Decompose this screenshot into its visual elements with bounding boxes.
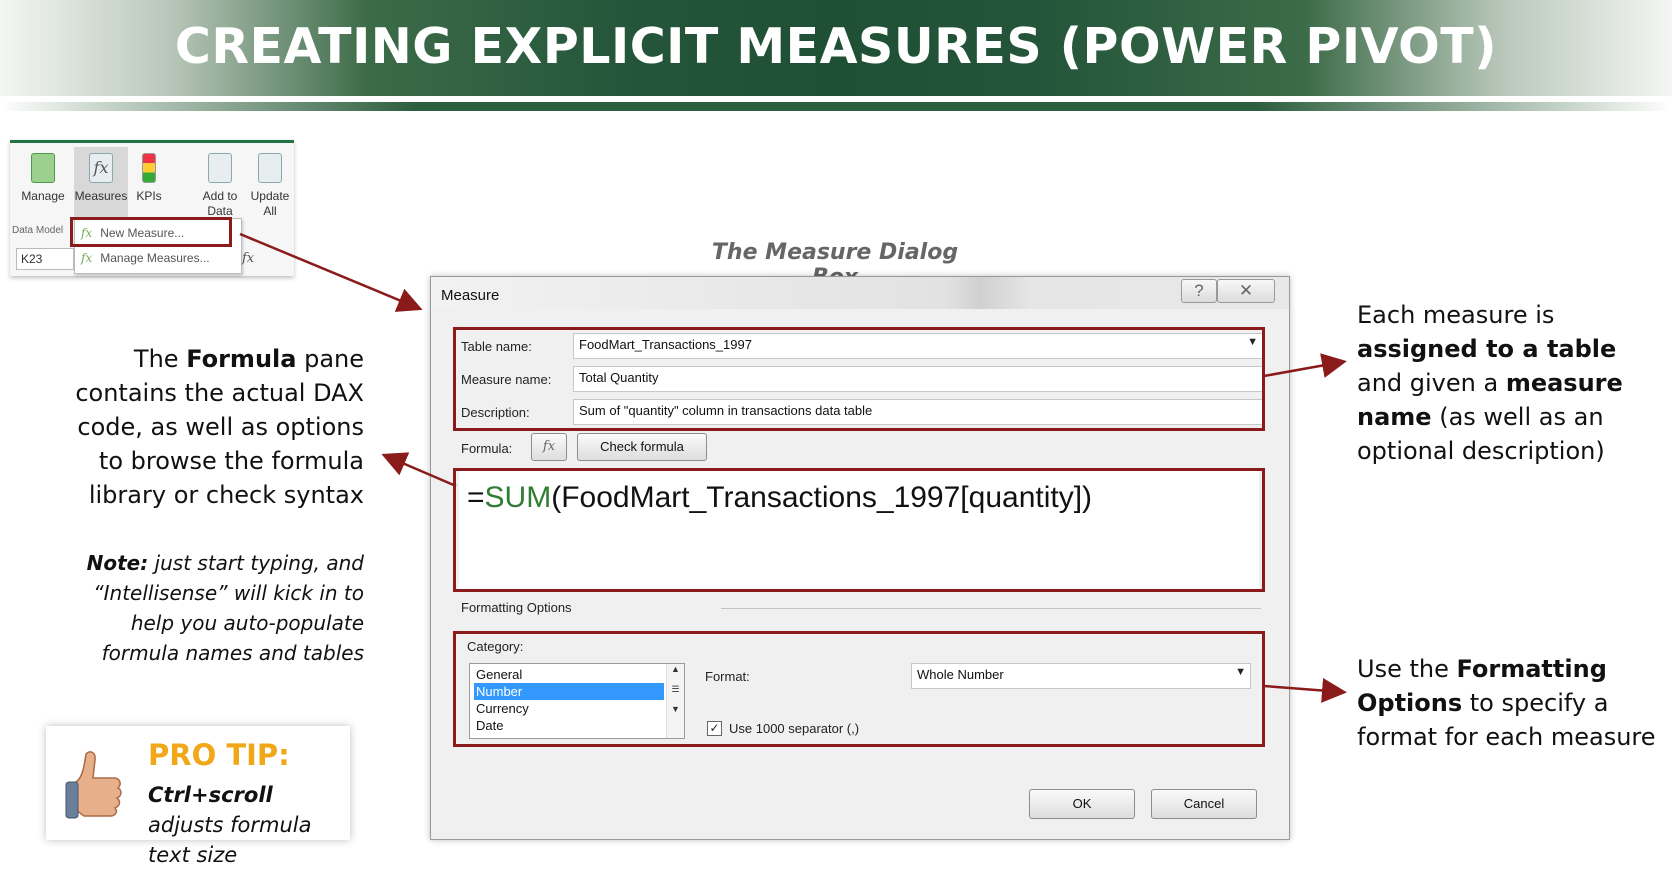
- intellisense-note: Note: just start typing, and “Intellisen…: [60, 548, 364, 668]
- update-all-icon: [258, 153, 282, 183]
- formula-label: Formula:: [461, 441, 513, 456]
- thumbs-up-icon: [65, 751, 122, 819]
- annotation-text: and given a: [1357, 369, 1506, 397]
- manage-button[interactable]: Manage: [16, 147, 70, 223]
- all-label: All: [263, 204, 277, 218]
- annotation-text: Use the: [1357, 655, 1457, 683]
- close-icon[interactable]: ✕: [1217, 279, 1275, 303]
- pro-tip-card: PRO TIP: Ctrl+scroll adjusts formula tex…: [46, 726, 350, 867]
- dialog-titlebar: Measure ? ✕: [431, 277, 1289, 309]
- update-label: Update: [250, 189, 290, 203]
- name-fields-highlight: [453, 327, 1265, 431]
- ok-button[interactable]: OK: [1029, 789, 1135, 819]
- formula-bar-fx-icon[interactable]: fx: [242, 251, 254, 266]
- table-assignment-annotation: Each measure is assigned to a table and …: [1357, 298, 1669, 468]
- dialog-title: Measure: [441, 287, 500, 304]
- annotation-bold: assigned to a table: [1357, 335, 1617, 363]
- name-box[interactable]: K23: [16, 248, 74, 270]
- manage-icon: [31, 153, 55, 183]
- banner-divider: [0, 102, 1672, 111]
- slide-title: CREATING EXPLICIT MEASURES (POWER PIVOT): [174, 18, 1498, 75]
- power-pivot-ribbon: Manage fx Measures KPIs Add to Data Mode…: [10, 140, 294, 276]
- annotation-text: Each measure is: [1357, 301, 1555, 329]
- measure-dialog: Measure ? ✕ Table name: FoodMart_Transac…: [430, 276, 1290, 840]
- annotation-text: The: [133, 345, 187, 373]
- measures-label: Measures: [74, 189, 128, 203]
- measures-button[interactable]: fx Measures: [74, 147, 128, 223]
- formatting-highlight: [453, 631, 1265, 747]
- update-all-button[interactable]: Update All: [246, 147, 294, 223]
- pro-tip-title: PRO TIP:: [148, 738, 290, 772]
- section-divider: [721, 608, 1261, 609]
- formula-pane-annotation: The Formula pane contains the actual DAX…: [60, 342, 364, 512]
- fx-button[interactable]: fx: [531, 433, 567, 461]
- add-to-label: Add to: [202, 189, 238, 203]
- help-icon[interactable]: ?: [1181, 279, 1217, 303]
- ribbon-group-label: Data Model: [12, 225, 64, 236]
- formula-highlight: [453, 468, 1265, 592]
- manage-label: Manage: [21, 189, 65, 203]
- annotation-bold: Formula: [186, 345, 297, 373]
- manage-measures-label: Manage Measures...: [100, 251, 210, 265]
- menu-item-manage-measures[interactable]: fx Manage Measures...: [81, 251, 210, 265]
- formatting-annotation: Use the Formatting Options to specify a …: [1357, 652, 1669, 754]
- fx-icon: fx: [89, 153, 113, 183]
- add-to-data-model-icon: [208, 153, 232, 183]
- pro-tip-text: Ctrl+scroll adjusts formula text size: [148, 780, 348, 870]
- kpis-button[interactable]: KPIs: [132, 147, 166, 223]
- pro-tip-bold: Ctrl+scroll: [148, 783, 273, 807]
- kpi-icon: [142, 153, 156, 183]
- formatting-options-label: Formatting Options: [461, 600, 572, 615]
- new-measure-highlight: [70, 217, 232, 247]
- check-formula-button[interactable]: Check formula: [577, 433, 707, 461]
- title-banner: CREATING EXPLICIT MEASURES (POWER PIVOT): [0, 0, 1672, 96]
- pro-tip-body: adjusts formula text size: [148, 813, 312, 867]
- manage-measures-icon: fx: [81, 251, 93, 265]
- kpis-label: KPIs: [136, 189, 162, 203]
- cancel-button[interactable]: Cancel: [1151, 789, 1257, 819]
- note-label: Note:: [86, 551, 149, 575]
- add-to-data-model-button[interactable]: Add to Data Model: [190, 147, 250, 233]
